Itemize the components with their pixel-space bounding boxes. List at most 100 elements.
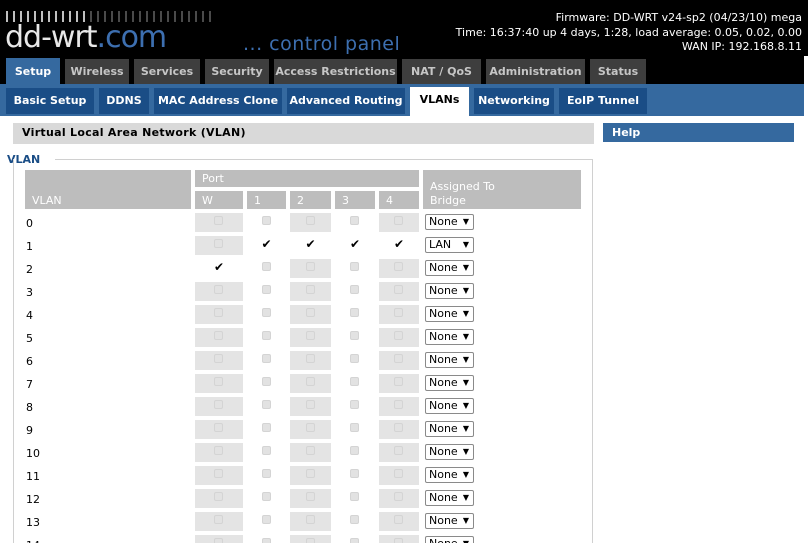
vlan-2-port-1-checkbox[interactable]	[261, 262, 271, 271]
vlan-11-port-4-checkbox[interactable]	[394, 469, 403, 478]
vlan-10-port-1-checkbox[interactable]	[261, 446, 271, 455]
vlan-5-port-1-checkbox[interactable]	[261, 331, 271, 340]
vlan-3-port-4-checkbox[interactable]	[394, 285, 403, 294]
tab-security[interactable]: Security	[205, 59, 269, 84]
subtab-mac-address-clone[interactable]: MAC Address Clone	[154, 88, 282, 114]
vlan-9-bridge-select[interactable]: None ▼	[425, 421, 474, 437]
tab-status[interactable]: Status	[590, 59, 646, 84]
vlan-0-port-1-checkbox[interactable]	[261, 216, 271, 225]
vlan-7-bridge-select[interactable]: None ▼	[425, 375, 474, 391]
subtab-eoip-tunnel[interactable]: EoIP Tunnel	[559, 88, 647, 114]
vlan-3-bridge-select[interactable]: None ▼	[425, 283, 474, 299]
vlan-5-port-3-checkbox[interactable]	[350, 331, 359, 340]
vlan-12-port-1-checkbox[interactable]	[261, 492, 271, 501]
vlan-0-bridge-select[interactable]: None ▼	[425, 214, 474, 230]
vlan-12-port-3-checkbox[interactable]	[350, 492, 359, 501]
vlan-4-bridge-select[interactable]: None ▼	[425, 306, 474, 322]
vlan-5-port-2-checkbox[interactable]	[305, 331, 315, 340]
vlan-11-port-2-checkbox[interactable]	[305, 469, 315, 478]
vlan-13-port-3-checkbox[interactable]	[350, 515, 359, 524]
vlan-14-port-w-checkbox[interactable]	[214, 538, 223, 543]
vlan-7-port-1-checkbox[interactable]	[261, 377, 271, 386]
vlan-0-port-4-checkbox[interactable]	[394, 216, 403, 225]
vlan-0-port-3-checkbox[interactable]	[350, 216, 359, 225]
vlan-8-port-2-checkbox[interactable]	[305, 400, 315, 409]
vlan-6-port-2-checkbox[interactable]	[305, 354, 315, 363]
vlan-12-port-2-checkbox[interactable]	[305, 492, 315, 501]
vlan-4-port-w-checkbox[interactable]	[214, 308, 223, 317]
vlan-5-port-4-checkbox[interactable]	[394, 331, 403, 340]
vlan-8-port-1-checkbox[interactable]	[261, 400, 271, 409]
vlan-13-bridge-select[interactable]: None ▼	[425, 513, 474, 529]
vlan-10-port-w-checkbox[interactable]	[214, 446, 223, 455]
tab-services[interactable]: Services	[134, 59, 200, 84]
vlan-14-port-1-checkbox[interactable]	[261, 538, 271, 543]
vlan-10-bridge-select[interactable]: None ▼	[425, 444, 474, 460]
vlan-0-port-w-checkbox[interactable]	[214, 216, 223, 225]
vlan-4-port-1-checkbox[interactable]	[261, 308, 271, 317]
tab-wireless[interactable]: Wireless	[65, 59, 129, 84]
vlan-13-port-4-checkbox[interactable]	[394, 515, 403, 524]
vlan-1-port-2-checkbox[interactable]: ✔	[305, 238, 317, 250]
vlan-7-port-2-checkbox[interactable]	[305, 377, 315, 386]
vlan-8-bridge-select[interactable]: None ▼	[425, 398, 474, 414]
vlan-14-port-3-checkbox[interactable]	[350, 538, 359, 543]
vlan-3-port-1-checkbox[interactable]	[261, 285, 271, 294]
vlan-13-port-w-checkbox[interactable]	[214, 515, 223, 524]
vlan-10-port-4-checkbox[interactable]	[394, 446, 403, 455]
vlan-12-port-w-checkbox[interactable]	[214, 492, 223, 501]
vlan-2-bridge-select[interactable]: None ▼	[425, 260, 474, 276]
vlan-11-port-3-checkbox[interactable]	[350, 469, 359, 478]
vlan-10-port-3-checkbox[interactable]	[350, 446, 359, 455]
subtab-networking[interactable]: Networking	[474, 88, 554, 114]
vlan-3-port-w-checkbox[interactable]	[214, 285, 223, 294]
vlan-4-port-3-checkbox[interactable]	[350, 308, 359, 317]
vlan-7-port-w-checkbox[interactable]	[214, 377, 223, 386]
vlan-1-port-3-checkbox[interactable]: ✔	[349, 238, 361, 250]
vlan-6-port-3-checkbox[interactable]	[350, 354, 359, 363]
vlan-2-port-w-checkbox[interactable]: ✔	[213, 261, 225, 273]
vlan-0-port-2-checkbox[interactable]	[305, 216, 315, 225]
vlan-1-bridge-select[interactable]: LAN ▼	[425, 237, 474, 253]
vlan-6-port-w-checkbox[interactable]	[214, 354, 223, 363]
vlan-8-port-3-checkbox[interactable]	[350, 400, 359, 409]
vlan-7-port-4-checkbox[interactable]	[394, 377, 403, 386]
vlan-1-port-w-checkbox[interactable]	[214, 239, 223, 248]
vlan-3-port-3-checkbox[interactable]	[350, 285, 359, 294]
vlan-10-port-2-checkbox[interactable]	[305, 446, 315, 455]
tab-nat-qos[interactable]: NAT / QoS	[402, 59, 481, 84]
vlan-8-port-4-checkbox[interactable]	[394, 400, 403, 409]
vlan-3-port-2-checkbox[interactable]	[305, 285, 315, 294]
vlan-12-bridge-select[interactable]: None ▼	[425, 490, 474, 506]
tab-access-restrictions[interactable]: Access Restrictions	[274, 59, 397, 84]
vlan-6-port-4-checkbox[interactable]	[394, 354, 403, 363]
subtab-advanced-routing[interactable]: Advanced Routing	[287, 88, 405, 114]
vlan-6-bridge-select[interactable]: None ▼	[425, 352, 474, 368]
tab-setup[interactable]: Setup	[6, 58, 60, 84]
vlan-8-port-w-checkbox[interactable]	[214, 400, 223, 409]
vlan-11-bridge-select[interactable]: None ▼	[425, 467, 474, 483]
vlan-1-port-4-checkbox[interactable]: ✔	[393, 238, 405, 250]
vlan-5-bridge-select[interactable]: None ▼	[425, 329, 474, 345]
vlan-9-port-3-checkbox[interactable]	[350, 423, 359, 432]
vlan-7-port-3-checkbox[interactable]	[350, 377, 359, 386]
vlan-1-port-1-checkbox[interactable]: ✔	[261, 238, 273, 250]
vlan-11-port-1-checkbox[interactable]	[261, 469, 271, 478]
vlan-5-port-w-checkbox[interactable]	[214, 331, 223, 340]
vlan-11-port-w-checkbox[interactable]	[214, 469, 223, 478]
vlan-2-port-3-checkbox[interactable]	[350, 262, 359, 271]
subtab-ddns[interactable]: DDNS	[99, 88, 149, 114]
help-title[interactable]: Help	[603, 123, 794, 142]
vlan-13-port-1-checkbox[interactable]	[261, 515, 271, 524]
vlan-12-port-4-checkbox[interactable]	[394, 492, 403, 501]
vlan-14-port-2-checkbox[interactable]	[305, 538, 315, 543]
vlan-14-bridge-select[interactable]: None ▼	[425, 536, 474, 543]
vlan-4-port-4-checkbox[interactable]	[394, 308, 403, 317]
vlan-9-port-2-checkbox[interactable]	[305, 423, 315, 432]
vlan-6-port-1-checkbox[interactable]	[261, 354, 271, 363]
vlan-9-port-w-checkbox[interactable]	[214, 423, 223, 432]
vlan-13-port-2-checkbox[interactable]	[305, 515, 315, 524]
vlan-2-port-4-checkbox[interactable]	[394, 262, 403, 271]
vlan-9-port-4-checkbox[interactable]	[394, 423, 403, 432]
tab-administration[interactable]: Administration	[486, 59, 585, 84]
